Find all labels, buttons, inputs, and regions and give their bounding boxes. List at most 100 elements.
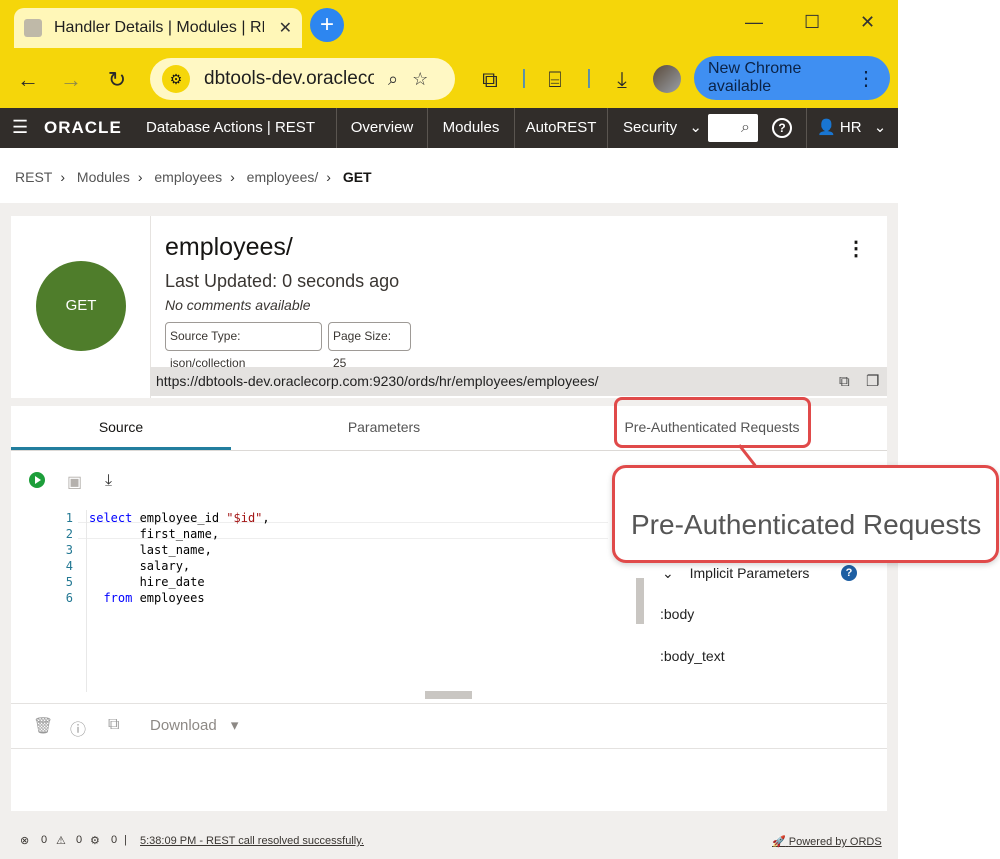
toolbar-divider: | [521, 67, 527, 89]
code-line: first_name, [89, 527, 219, 541]
copy-icon[interactable]: ❐ [866, 367, 879, 396]
profile-avatar[interactable] [653, 65, 681, 93]
new-chrome-available-button[interactable]: New Chrome available ⋮ [694, 56, 890, 100]
save-icon[interactable]: ▣ [67, 472, 82, 492]
chevron-right-icon: › [137, 169, 143, 185]
comments-text: No comments available [165, 297, 311, 313]
code-keyword: from [89, 591, 133, 605]
code-text: first_name, [89, 527, 220, 541]
download-dropdown[interactable]: Download ▾ [150, 716, 238, 734]
toolbar-divider-2: | [586, 67, 592, 89]
help-icon[interactable]: ? [772, 118, 792, 138]
search-icon: ⌕ [741, 119, 750, 136]
download-icon[interactable]: ⤓ [105, 472, 112, 490]
warning-icon[interactable]: ⚠ [56, 834, 66, 847]
breadcrumb-rest[interactable]: REST [15, 169, 52, 185]
back-icon[interactable]: ← [15, 67, 41, 93]
source-type-badge: Source Type: json/collection [165, 322, 322, 370]
warning-count: 0 [76, 834, 83, 846]
line-number: 2 [65, 527, 73, 541]
breadcrumb-module[interactable]: employees [154, 169, 222, 185]
results-toolbar: 🗑 ⓘ ⧉ [11, 703, 887, 749]
tab-strip: Handler Details | Modules | REST ✕ + — ☐… [0, 0, 898, 52]
nav-autorest[interactable]: AutoREST [514, 108, 607, 148]
tab-title: Handler Details | Modules | REST [54, 19, 264, 36]
last-updated: Last Updated: 0 seconds ago [165, 271, 400, 291]
browser-toolbar: ← → ↻ ⚙ dbtools-dev.oraclecorp.com ⌕ ☆ ⧉… [0, 52, 898, 108]
reload-icon[interactable]: ↻ [104, 67, 130, 93]
minimize-icon[interactable]: — [745, 12, 763, 33]
download-icon[interactable]: ⤓ [609, 67, 635, 93]
run-icon[interactable] [29, 472, 45, 488]
param-item[interactable]: :body_text [660, 648, 725, 664]
address-url: dbtools-dev.oraclecorp.com [204, 68, 374, 89]
user-icon: 👤 [817, 119, 836, 136]
app-title: Database Actions | REST [146, 119, 315, 136]
open-external-icon[interactable]: ⧉ [108, 716, 119, 734]
search-icon[interactable]: ⌕ [388, 69, 398, 90]
nav-security-label: Security [623, 119, 678, 136]
nav-security[interactable]: Security ⌄ [607, 108, 702, 148]
help-icon[interactable]: ? [841, 565, 857, 581]
address-bar[interactable]: ⚙ dbtools-dev.oraclecorp.com ⌕ ☆ [150, 58, 455, 100]
page-size-badge: Page Size: 25 [328, 322, 411, 370]
screen-search-icon[interactable]: ⌸ [542, 67, 568, 93]
site-info-icon[interactable]: ⚙ [162, 65, 190, 93]
oracle-logo: ORACLE [44, 118, 122, 137]
rocket-icon: 🚀 [772, 836, 786, 848]
line-number: 1 [65, 511, 73, 525]
breadcrumb-template[interactable]: employees/ [247, 169, 319, 185]
user-menu[interactable]: 👤 HR ⌄ [806, 108, 898, 148]
settings-icon[interactable]: ⚙ [90, 834, 100, 847]
powered-by-ords[interactable]: 🚀 Powered by ORDS [772, 835, 882, 848]
tab-parameters[interactable]: Parameters [274, 406, 494, 450]
hamburger-menu-icon[interactable]: ☰ [12, 117, 28, 138]
status-message[interactable]: 5:38:09 PM - REST call resolved successf… [140, 835, 364, 847]
bookmark-star-icon[interactable]: ☆ [412, 69, 428, 90]
code-line: from employees [89, 591, 204, 605]
nav-modules[interactable]: Modules [427, 108, 514, 148]
extensions-icon[interactable]: ⧉ [477, 67, 503, 93]
param-item[interactable]: :body [660, 606, 694, 622]
nav-overview[interactable]: Overview [336, 108, 427, 148]
code-keyword: select [89, 511, 133, 525]
code-text: salary, [89, 559, 191, 573]
browser-tab[interactable]: Handler Details | Modules | REST ✕ [14, 8, 302, 48]
chevron-right-icon: › [230, 169, 235, 185]
caret-down-icon: ▾ [230, 717, 239, 734]
panel-splitter[interactable] [636, 578, 644, 624]
code-text: hire_date [89, 575, 205, 589]
trash-icon[interactable]: 🗑 [33, 716, 53, 736]
tab-source[interactable]: Source [11, 406, 231, 450]
handler-title: employees/ [165, 233, 293, 261]
open-external-icon[interactable]: ⧉ [839, 367, 850, 396]
app-header: ☰ ORACLE Database Actions | REST Overvie… [0, 108, 898, 148]
chevron-down-icon: ⌄ [689, 119, 702, 136]
header-search-input[interactable]: ⌕ [708, 114, 758, 142]
code-string: "$id" [226, 511, 263, 525]
settings-count: 0 [111, 834, 118, 846]
close-window-icon[interactable]: ✕ [860, 12, 875, 33]
download-label: Download [150, 717, 217, 734]
method-badge: GET [36, 261, 126, 351]
code-text: last_name, [89, 543, 212, 557]
code-editor[interactable]: 1 2 3 4 5 6 select employee_id "$id", fi… [11, 510, 611, 692]
editor-resize-handle[interactable] [425, 691, 472, 699]
maximize-icon[interactable]: ☐ [804, 12, 820, 33]
breadcrumb: REST › Modules › employees › employees/ › GE… [15, 169, 378, 185]
breadcrumb-modules[interactable]: Modules [77, 169, 130, 185]
breadcrumb-current: GET [342, 169, 372, 185]
forward-icon[interactable]: → [58, 67, 84, 93]
more-actions-icon[interactable]: ⋮ [846, 236, 866, 261]
params-scrollbar[interactable] [876, 563, 884, 691]
screenshot-margin [898, 0, 1000, 859]
close-tab-icon[interactable]: ✕ [279, 18, 292, 38]
implicit-parameters-header[interactable]: ⌄ Implicit Parameters [662, 565, 809, 582]
error-icon[interactable]: ⊗ [20, 834, 29, 847]
line-number: 5 [65, 575, 73, 589]
new-tab-button[interactable]: + [310, 8, 344, 42]
code-text: employee_id [132, 511, 227, 525]
info-icon[interactable]: ⓘ [70, 716, 86, 740]
chevron-right-icon: › [60, 169, 66, 185]
browser-menu-icon[interactable]: ⋮ [856, 66, 876, 91]
